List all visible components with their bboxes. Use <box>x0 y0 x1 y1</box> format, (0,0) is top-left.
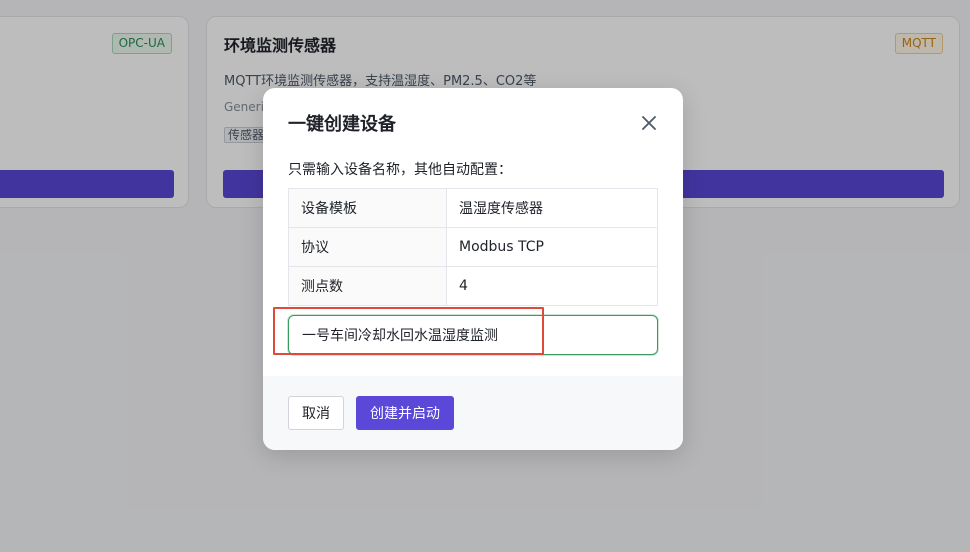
info-key-protocol: 协议 <box>288 227 447 267</box>
device-name-input[interactable] <box>288 315 658 355</box>
close-icon[interactable] <box>637 111 661 135</box>
create-device-dialog: 一键创建设备 只需输入设备名称，其他自动配置： 设备模板 温湿度传感器 协议 M… <box>263 88 683 450</box>
template-info-table: 设备模板 温湿度传感器 协议 Modbus TCP 测点数 4 <box>288 188 658 306</box>
info-value-point-count: 4 <box>446 266 658 306</box>
table-row: 设备模板 温湿度传感器 <box>288 188 658 228</box>
create-and-start-button[interactable]: 创建并启动 <box>356 396 454 430</box>
table-row: 测点数 4 <box>288 266 658 306</box>
info-value-template: 温湿度传感器 <box>446 188 658 228</box>
info-key-template: 设备模板 <box>288 188 447 228</box>
dialog-footer: 取消 创建并启动 <box>263 376 683 450</box>
dialog-hint: 只需输入设备名称，其他自动配置： <box>288 162 512 178</box>
cancel-button[interactable]: 取消 <box>288 396 344 430</box>
table-row: 协议 Modbus TCP <box>288 227 658 267</box>
info-key-point-count: 测点数 <box>288 266 447 306</box>
dialog-title: 一键创建设备 <box>288 114 396 135</box>
info-value-protocol: Modbus TCP <box>446 227 658 267</box>
